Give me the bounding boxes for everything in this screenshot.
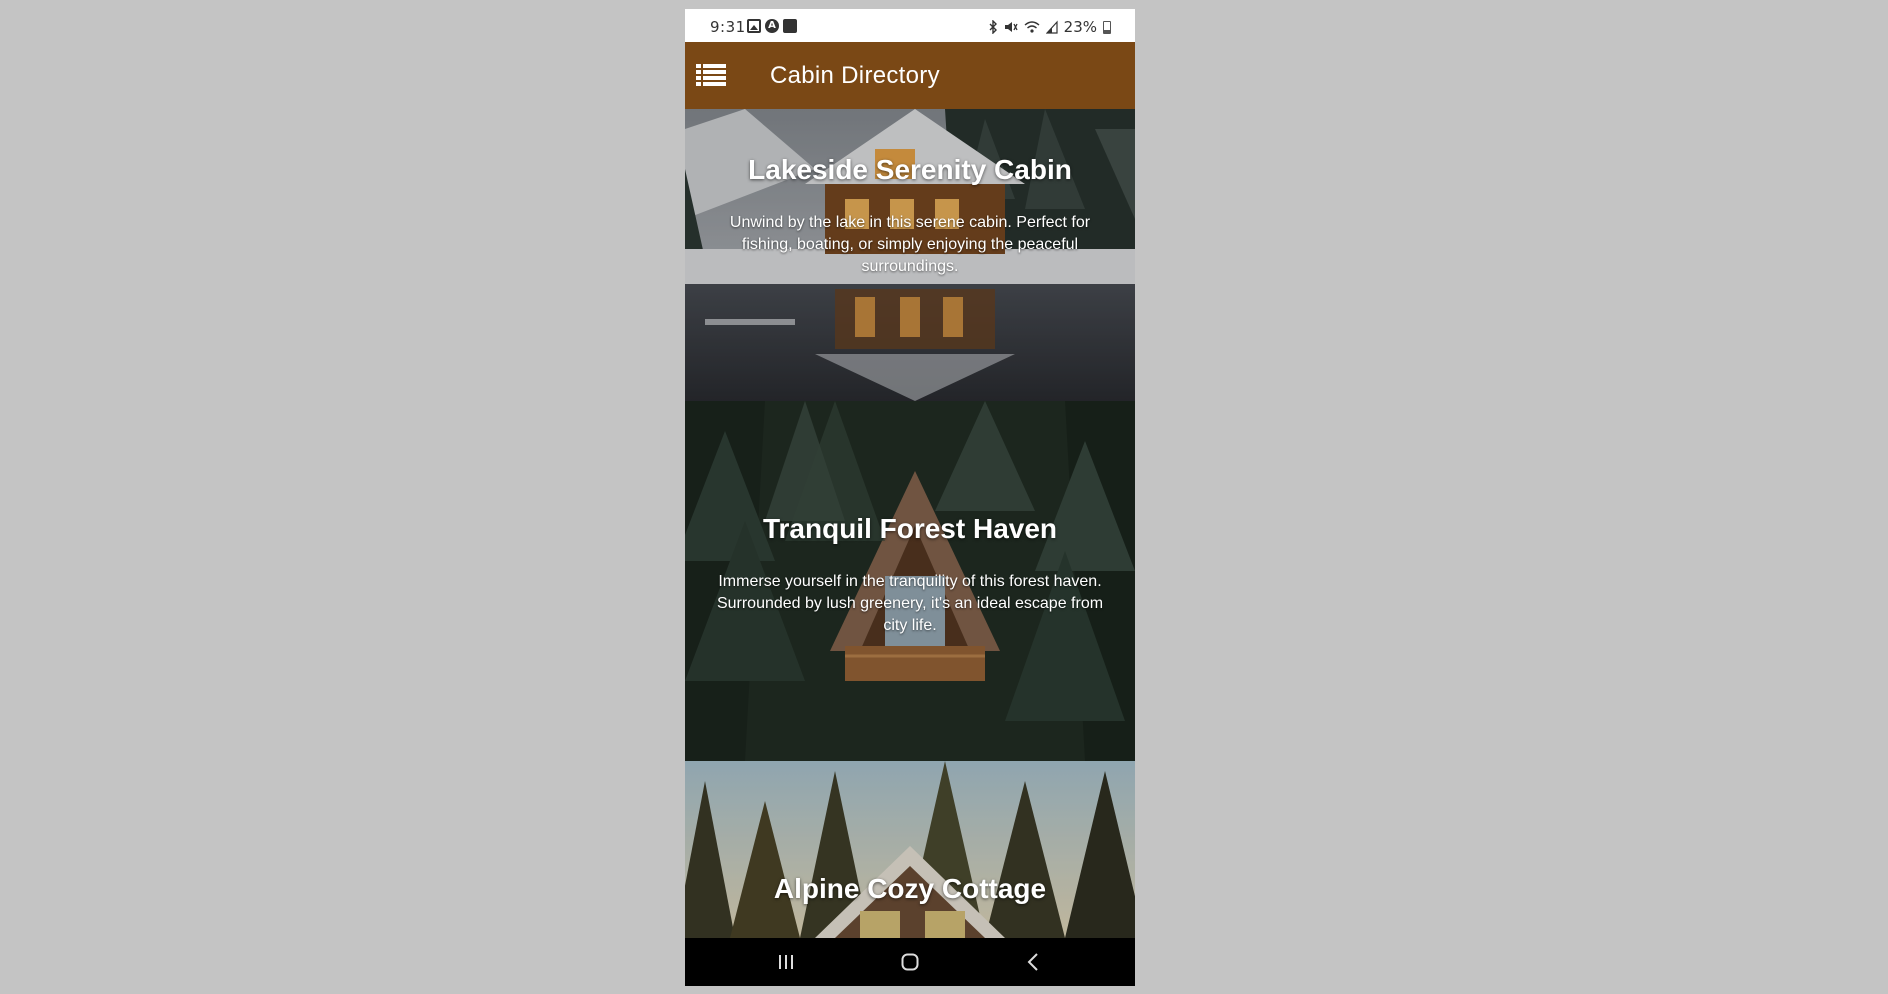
app-bar: Cabin Directory [685, 42, 1135, 109]
cabin-title: Alpine Cozy Cottage [773, 873, 1047, 904]
phone-screen: 9:31 A 23% Cabin Directory Lakeside Sere… [685, 9, 1135, 986]
cabin-card[interactable]: Tranquil Forest Haven Immerse yourself i… [685, 401, 1135, 761]
cabin-title: Lakeside Serenity Cabin [748, 154, 1072, 185]
back-icon[interactable] [1026, 952, 1040, 972]
battery-icon [1103, 20, 1111, 34]
battery-percent: 23% [1063, 18, 1097, 36]
wifi-icon [1024, 21, 1040, 33]
list-icon[interactable] [696, 63, 726, 87]
mute-icon [1004, 22, 1018, 32]
status-time: 9:31 [710, 18, 746, 36]
home-icon[interactable] [901, 953, 919, 971]
recents-icon[interactable] [777, 954, 795, 970]
system-icons: 23% [988, 18, 1111, 36]
cabin-description: Unwind by the lake in this serene cabin.… [729, 214, 1091, 275]
cast-icon [783, 19, 797, 33]
image-icon [747, 19, 761, 33]
cabin-card[interactable]: Alpine Cozy Cottage [685, 761, 1135, 938]
page-title: Cabin Directory [770, 62, 940, 89]
bluetooth-icon [989, 20, 997, 34]
status-bar: 9:31 A 23% [685, 9, 1135, 42]
notification-icons: A [747, 19, 797, 33]
cabin-title: Tranquil Forest Haven [762, 513, 1058, 544]
cabin-description: Immerse yourself in the tranquility of t… [716, 573, 1104, 634]
system-nav-bar [685, 938, 1135, 986]
cabin-card[interactable]: Lakeside Serenity Cabin Unwind by the la… [685, 109, 1135, 401]
signal-icon [1045, 20, 1058, 34]
cabin-list: Lakeside Serenity Cabin Unwind by the la… [685, 109, 1135, 938]
a-circle-icon: A [765, 19, 779, 33]
cabin-photo [685, 761, 1135, 938]
